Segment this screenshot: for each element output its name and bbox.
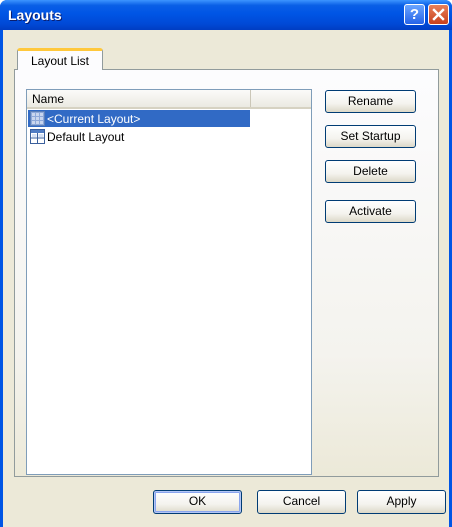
close-button[interactable] <box>428 4 449 25</box>
current-layout-icon <box>30 111 45 126</box>
list-item-label: <Current Layout> <box>47 112 141 126</box>
list-header: Name <box>27 90 311 109</box>
cancel-button-label: Cancel <box>282 494 321 508</box>
column-header-label: Name <box>32 92 65 106</box>
delete-button-label: Delete <box>353 164 388 178</box>
dialog-client-area: Layout List Name <Current Layout> Defaul… <box>3 30 449 527</box>
activate-button[interactable]: Activate <box>325 200 416 223</box>
help-button[interactable]: ? <box>404 4 425 25</box>
help-icon: ? <box>409 6 420 23</box>
activate-button-label: Activate <box>349 204 392 218</box>
rename-button[interactable]: Rename <box>325 90 416 113</box>
tab-label: Layout List <box>30 54 90 68</box>
layouts-dialog: Layouts ? Layout List Name <Current Layo… <box>0 0 452 527</box>
window-title: Layouts <box>8 7 62 23</box>
layout-list-view[interactable]: Name <Current Layout> Default Layout <box>26 89 312 475</box>
tab-layout-list[interactable]: Layout List <box>17 48 103 70</box>
column-header-name[interactable]: Name <box>27 90 251 107</box>
close-icon <box>432 8 445 21</box>
apply-button-label: Apply <box>386 494 417 508</box>
list-item-label: Default Layout <box>47 130 125 144</box>
cancel-button[interactable]: Cancel <box>257 490 346 514</box>
title-bar[interactable]: Layouts ? <box>0 0 452 30</box>
set-startup-button[interactable]: Set Startup <box>325 125 416 148</box>
ok-button[interactable]: OK <box>153 490 242 514</box>
list-item[interactable]: <Current Layout> <box>28 110 250 127</box>
rename-button-label: Rename <box>347 94 394 108</box>
list-item[interactable]: Default Layout <box>28 128 250 145</box>
delete-button[interactable]: Delete <box>325 160 416 183</box>
apply-button[interactable]: Apply <box>357 490 446 514</box>
layout-grid-icon <box>30 129 45 144</box>
ok-button-label: OK <box>188 494 207 508</box>
set-startup-button-label: Set Startup <box>340 129 401 143</box>
